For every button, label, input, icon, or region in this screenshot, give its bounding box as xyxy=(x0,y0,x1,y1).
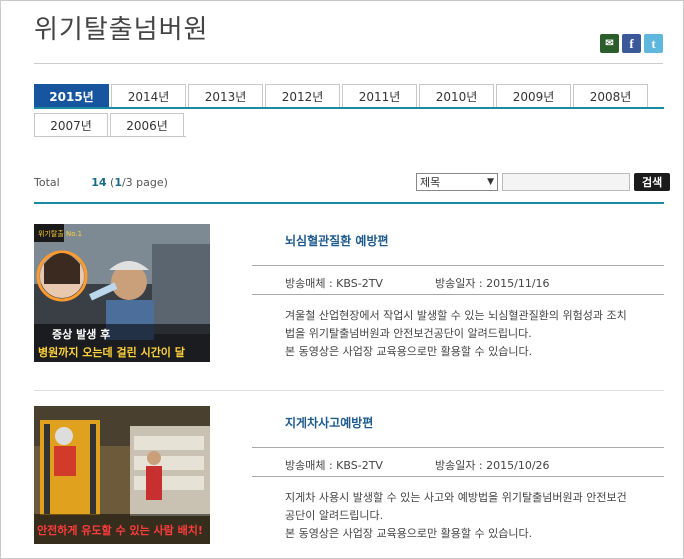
item-info: 지게차사고예방편 방송매체 : KBS-2TV 방송일자 : 2015/10/2… xyxy=(252,406,664,543)
tab-2010[interactable]: 2010년 xyxy=(419,84,494,107)
facebook-icon[interactable]: f xyxy=(622,34,641,53)
tab-2009[interactable]: 2009년 xyxy=(496,84,571,107)
chevron-down-icon: ▼ xyxy=(487,177,494,187)
item-description: 지게차 사용시 발생할 수 있는 사고와 예방법을 위기탈출넘버원과 안전보건 … xyxy=(285,491,627,540)
social-links: ✉ f t xyxy=(600,34,663,53)
item-meta: 방송매체 : KBS-2TV 방송일자 : 2015/10/26 xyxy=(252,448,664,476)
page-frame: 위기탈출넘버원 ✉ f t 2015년 2014년 2013년 2012년 20… xyxy=(0,0,684,559)
svg-text:증상 발생 후: 증상 발생 후 xyxy=(52,327,110,341)
page-indicator: (1/3 page) xyxy=(110,176,168,189)
search-field-select[interactable]: 제목 ▼ xyxy=(416,173,498,191)
year-tab-row-2: 2007년 2006년 xyxy=(34,113,186,137)
item-info: 뇌심혈관질환 예방편 방송매체 : KBS-2TV 방송일자 : 2015/11… xyxy=(252,224,664,361)
item-description: 겨울철 산업현장에서 작업시 발생할 수 있는 뇌심혈관질환의 위험성과 조치 … xyxy=(285,309,627,358)
tab-2014[interactable]: 2014년 xyxy=(111,84,186,107)
tab-2006[interactable]: 2006년 xyxy=(110,113,184,136)
list-top-divider xyxy=(34,202,664,204)
current-page: 1 xyxy=(114,176,122,189)
total-number: 14 xyxy=(91,176,107,189)
broadcast-media: 방송매체 : KBS-2TV xyxy=(285,459,383,472)
search-select-value: 제목 xyxy=(420,176,441,189)
svg-text:안전하게 유도할 수 있는 사람 배치!: 안전하게 유도할 수 있는 사람 배치! xyxy=(37,523,203,537)
search-input[interactable] xyxy=(502,173,630,191)
item-title-link[interactable]: 뇌심혈관질환 예방편 xyxy=(285,232,664,249)
search-bar: 제목 ▼ 검색 xyxy=(416,173,671,191)
message-icon[interactable]: ✉ xyxy=(600,34,619,53)
title-divider xyxy=(34,63,663,64)
item-title-link[interactable]: 지게차사고예방편 xyxy=(285,414,664,431)
tab-2008[interactable]: 2008년 xyxy=(573,84,648,107)
page-title: 위기탈출넘버원 xyxy=(34,15,209,45)
video-thumbnail[interactable]: 안전하게 유도할 수 있는 사람 배치! xyxy=(34,406,210,544)
tab-2012[interactable]: 2012년 xyxy=(265,84,340,107)
year-tab-row-1: 2015년 2014년 2013년 2012년 2011년 2010년 2009… xyxy=(34,84,664,109)
video-thumbnail[interactable]: 위기탈출 No.1 증상 발생 후 병원까지 오는데 걸린 시간이 달 xyxy=(34,224,210,362)
search-button[interactable]: 검색 xyxy=(634,173,671,191)
twitter-icon[interactable]: t xyxy=(644,34,663,53)
total-label: Total xyxy=(34,176,60,189)
tab-2013[interactable]: 2013년 xyxy=(188,84,263,107)
item-meta: 방송매체 : KBS-2TV 방송일자 : 2015/11/16 xyxy=(252,266,664,294)
broadcast-date: 방송일자 : 2015/11/16 xyxy=(434,277,550,290)
broadcast-date: 방송일자 : 2015/10/26 xyxy=(434,459,550,472)
broadcast-media: 방송매체 : KBS-2TV xyxy=(285,277,383,290)
tab-2011[interactable]: 2011년 xyxy=(342,84,417,107)
item-separator xyxy=(34,390,664,391)
svg-text:병원까지 오는데 걸린 시간이 달: 병원까지 오는데 걸린 시간이 달 xyxy=(38,345,185,359)
total-count: Total 14 (1/3 page) xyxy=(34,176,168,189)
tab-2007[interactable]: 2007년 xyxy=(34,113,108,136)
year-tabs: 2015년 2014년 2013년 2012년 2011년 2010년 2009… xyxy=(34,84,664,137)
tab-2015[interactable]: 2015년 xyxy=(34,84,109,107)
svg-text:위기탈출 No.1: 위기탈출 No.1 xyxy=(38,229,82,238)
